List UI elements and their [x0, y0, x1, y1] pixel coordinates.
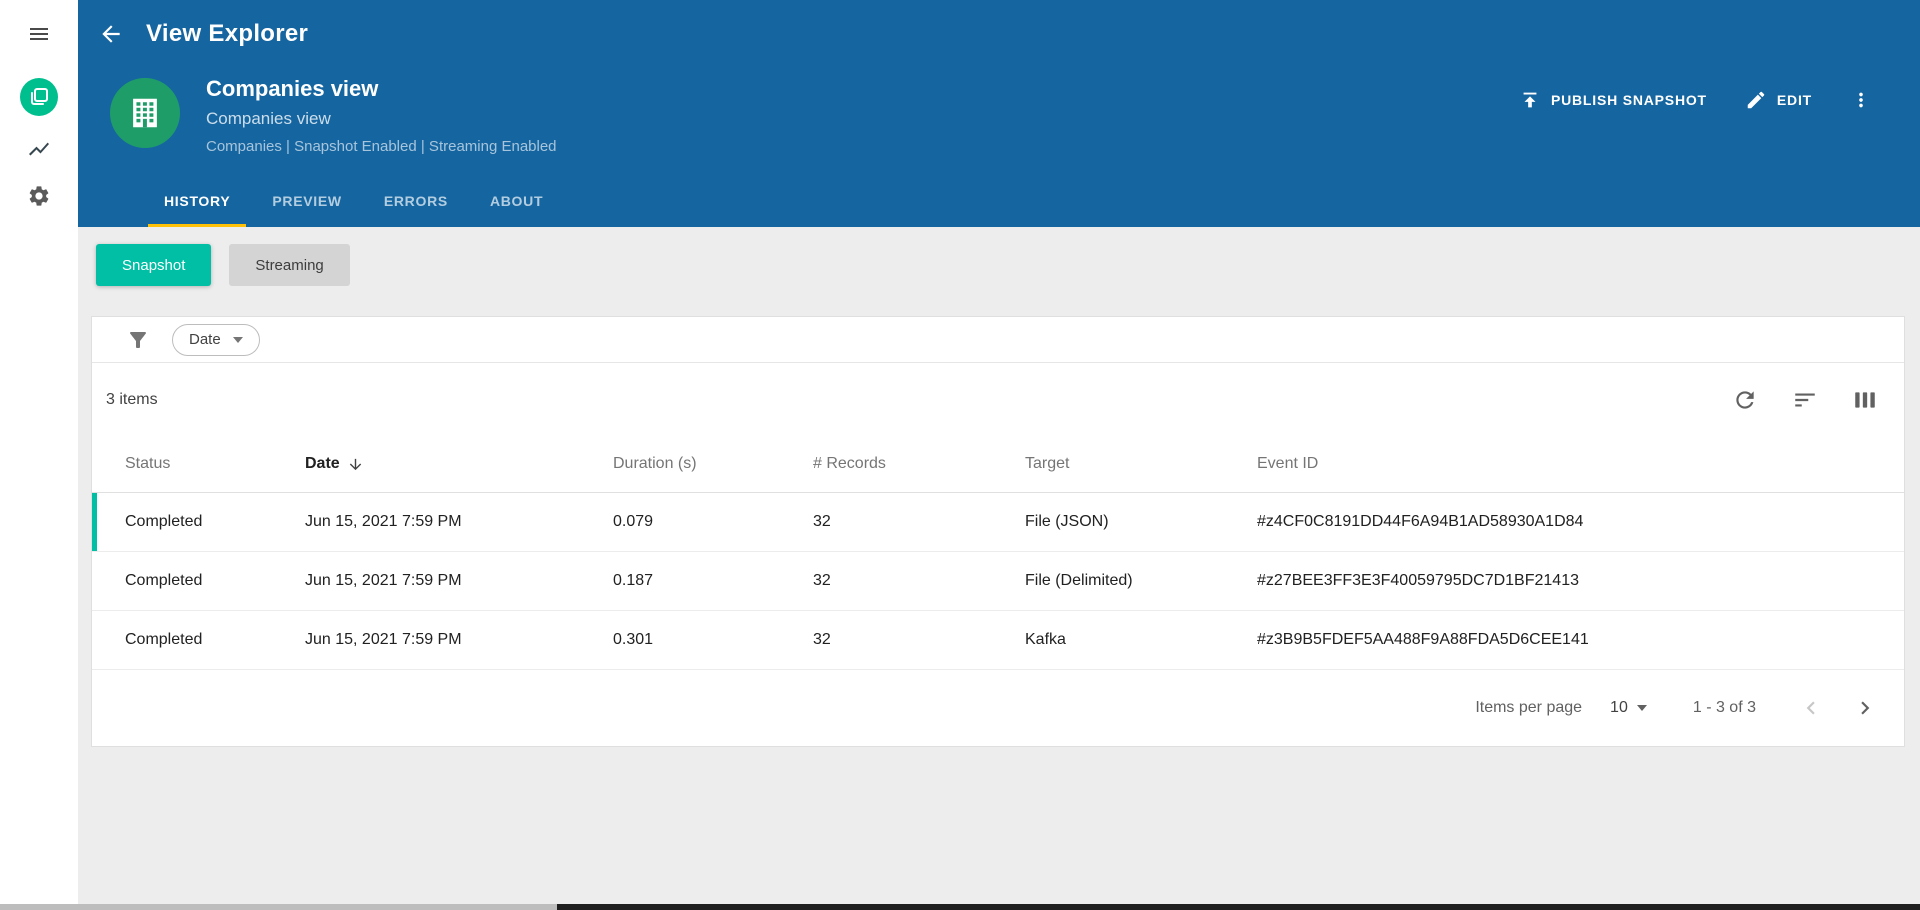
- table-tools: [1732, 387, 1878, 413]
- view-title: Companies view: [206, 76, 379, 101]
- table-header-row: Status Date Duration (s) # Records Targe…: [92, 436, 1904, 493]
- back-arrow-icon[interactable]: [98, 21, 124, 47]
- filter-bar: Date: [92, 317, 1904, 363]
- streaming-toggle-button[interactable]: Streaming: [229, 244, 350, 286]
- tab-preview[interactable]: PREVIEW: [256, 177, 357, 227]
- trend-chart-icon[interactable]: [27, 137, 51, 161]
- publish-snapshot-button[interactable]: PUBLISH SNAPSHOT: [1519, 89, 1707, 111]
- cell-date: Jun 15, 2021 7:59 PM: [305, 513, 462, 530]
- view-subtitle: Companies view: [206, 109, 331, 128]
- snapshot-toggle-button[interactable]: Snapshot: [96, 244, 212, 286]
- view-avatar: [110, 78, 180, 148]
- chevron-down-icon: [232, 336, 243, 343]
- horizontal-scrollbar[interactable]: [0, 904, 1920, 910]
- pagination-bar: Items per page 10 1 - 3 of 3: [92, 670, 1904, 746]
- results-toolbar: 3 items: [92, 363, 1904, 436]
- mode-toggle: Snapshot Streaming: [96, 244, 350, 286]
- app-header: View Explorer Companies view Companies v…: [78, 0, 1920, 227]
- cell-status: Completed: [125, 513, 203, 530]
- tab-about[interactable]: ABOUT: [474, 177, 559, 227]
- tab-history[interactable]: HISTORY: [148, 177, 247, 227]
- items-per-page-label: Items per page: [1475, 699, 1583, 716]
- date-filter-label: Date: [189, 331, 221, 348]
- header-actions: PUBLISH SNAPSHOT EDIT: [1519, 84, 1872, 116]
- page-range-label: 1 - 3 of 3: [1692, 699, 1756, 716]
- cell-target: Kafka: [1025, 631, 1066, 648]
- view-meta: Companies | Snapshot Enabled | Streaming…: [206, 138, 557, 155]
- column-header-event-id[interactable]: Event ID: [1257, 455, 1904, 473]
- column-header-status[interactable]: Status: [125, 455, 305, 473]
- table-row[interactable]: Completed Jun 15, 2021 7:59 PM 0.301 32 …: [92, 611, 1904, 670]
- refresh-icon[interactable]: [1732, 387, 1758, 413]
- horizontal-scrollbar-thumb[interactable]: [557, 904, 1920, 910]
- column-header-records[interactable]: # Records: [813, 455, 1025, 473]
- sort-desc-arrow-icon: [349, 458, 361, 470]
- building-icon: [133, 98, 157, 128]
- column-header-target[interactable]: Target: [1025, 455, 1257, 473]
- left-rail: [0, 0, 78, 910]
- page-title: View Explorer: [146, 20, 309, 47]
- views-logo-icon[interactable]: [20, 78, 58, 116]
- column-header-duration[interactable]: Duration (s): [613, 455, 813, 473]
- table-row[interactable]: Completed Jun 15, 2021 7:59 PM 0.079 32 …: [92, 493, 1904, 552]
- page-size-select[interactable]: 10: [1610, 699, 1647, 717]
- publish-snapshot-label: PUBLISH SNAPSHOT: [1550, 92, 1707, 108]
- filter-funnel-icon[interactable]: [126, 328, 150, 352]
- cell-status: Completed: [125, 572, 203, 589]
- cell-event-id: #z27BEE3FF3E3F40059795DC7D1BF21413: [1257, 572, 1579, 589]
- cell-duration: 0.079: [613, 513, 654, 530]
- kebab-menu-icon[interactable]: [1850, 89, 1872, 111]
- chevron-down-icon: [1636, 705, 1647, 711]
- cell-date: Jun 15, 2021 7:59 PM: [305, 572, 462, 589]
- view-explorer-screen: View Explorer Companies view Companies v…: [0, 0, 1920, 910]
- cell-status: Completed: [125, 631, 203, 648]
- next-page-icon[interactable]: [1852, 695, 1878, 721]
- pencil-icon: [1747, 91, 1765, 109]
- gear-icon[interactable]: [27, 184, 51, 208]
- top-bar: View Explorer: [78, 0, 1920, 68]
- edit-button[interactable]: EDIT: [1745, 89, 1812, 111]
- view-header: Companies view Companies view Companies …: [78, 68, 1920, 155]
- cell-records: 32: [813, 631, 831, 648]
- hamburger-menu-icon[interactable]: [27, 22, 51, 46]
- previous-page-icon[interactable]: [1798, 695, 1824, 721]
- tab-bar: HISTORY PREVIEW ERRORS ABOUT: [78, 177, 569, 227]
- view-title-block: Companies view Companies view Companies …: [206, 68, 557, 155]
- column-header-date[interactable]: Date: [305, 455, 613, 473]
- sort-icon[interactable]: [1792, 387, 1818, 413]
- history-card: Date 3 items Status Date Duration (s) # …: [91, 316, 1905, 747]
- column-header-date-label: Date: [305, 455, 340, 472]
- cell-event-id: #z3B9B5FDEF5AA488F9A88FDA5D6CEE141: [1257, 631, 1589, 648]
- cell-date: Jun 15, 2021 7:59 PM: [305, 631, 462, 648]
- cell-records: 32: [813, 572, 831, 589]
- cell-target: File (Delimited): [1025, 572, 1133, 589]
- cell-event-id: #z4CF0C8191DD44F6A94B1AD58930A1D84: [1257, 513, 1584, 530]
- tab-errors[interactable]: ERRORS: [368, 177, 464, 227]
- cell-duration: 0.187: [613, 572, 654, 589]
- cell-target: File (JSON): [1025, 513, 1109, 530]
- date-filter-dropdown[interactable]: Date: [172, 323, 260, 356]
- columns-icon[interactable]: [1852, 387, 1878, 413]
- edit-label: EDIT: [1776, 92, 1812, 108]
- items-count: 3 items: [106, 390, 158, 408]
- table-row[interactable]: Completed Jun 15, 2021 7:59 PM 0.187 32 …: [92, 552, 1904, 611]
- page-size-value: 10: [1610, 699, 1628, 716]
- publish-icon: [1523, 92, 1537, 108]
- cell-records: 32: [813, 513, 831, 530]
- cell-duration: 0.301: [613, 631, 654, 648]
